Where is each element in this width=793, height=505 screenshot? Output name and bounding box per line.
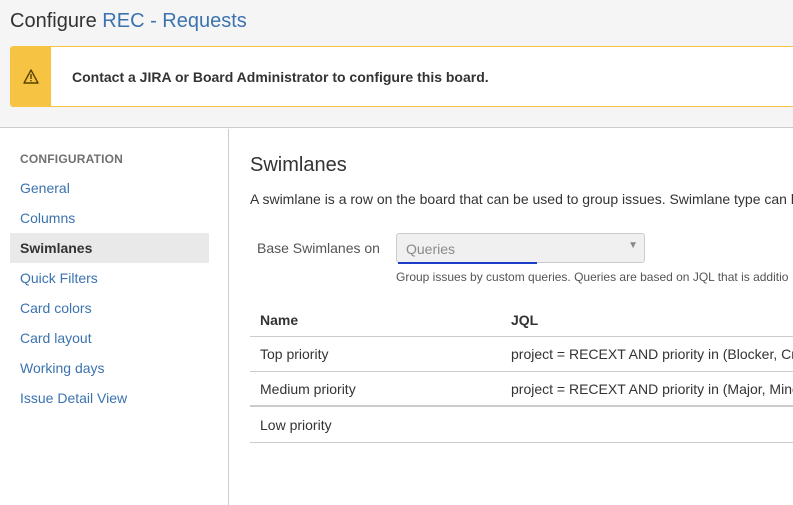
swimlane-name: Low priority <box>260 417 332 433</box>
sidebar-item-general[interactable]: General <box>10 173 209 203</box>
sidebar-item-swimlanes[interactable]: Swimlanes <box>10 233 209 263</box>
sidebar-item-columns[interactable]: Columns <box>10 203 209 233</box>
sidebar-item-issue-detail-view[interactable]: Issue Detail View <box>10 383 209 413</box>
base-swimlanes-label: Base Swimlanes on <box>257 240 380 256</box>
base-swimlanes-select[interactable]: Queries ▼ <box>396 233 645 263</box>
swimlanes-table-header: Name JQL <box>250 304 793 337</box>
page-header: Configure REC - Requests Contact a JIRA … <box>0 0 793 128</box>
sidebar-item-quick-filters[interactable]: Quick Filters <box>10 263 209 293</box>
table-row: Medium priority project = RECEXT AND pri… <box>250 372 793 407</box>
main-content: Swimlanes A swimlane is a row on the boa… <box>230 129 793 505</box>
base-swimlanes-value: Queries <box>406 241 456 257</box>
column-header-name: Name <box>260 312 299 328</box>
warning-text: Contact a JIRA or Board Administrator to… <box>72 69 489 85</box>
swimlane-jql: project = RECEXT AND priority in (Major,… <box>511 381 793 397</box>
select-underline <box>398 262 537 264</box>
sidebar-item-working-days[interactable]: Working days <box>10 353 209 383</box>
table-row: Top priority project = RECEXT AND priori… <box>250 337 793 372</box>
sidebar-item-card-layout[interactable]: Card layout <box>10 323 209 353</box>
section-title: Swimlanes <box>250 154 347 176</box>
warning-message: Contact a JIRA or Board Administrator to… <box>10 46 793 107</box>
page-title-prefix: Configure <box>10 10 97 32</box>
swimlane-name: Medium priority <box>260 381 356 397</box>
table-row: Low priority <box>250 408 793 443</box>
warning-icon <box>23 69 39 84</box>
column-header-jql: JQL <box>511 312 539 328</box>
page-title: Configure REC - Requests <box>10 10 247 33</box>
dropdown-arrow-icon: ▼ <box>628 240 638 251</box>
sidebar-item-card-colors[interactable]: Card colors <box>10 293 209 323</box>
swimlane-jql: project = RECEXT AND priority in (Blocke… <box>511 346 793 362</box>
section-description: A swimlane is a row on the board that ca… <box>250 191 793 207</box>
base-swimlanes-help: Group issues by custom queries. Queries … <box>396 270 789 284</box>
warning-stripe <box>11 47 51 106</box>
board-name-link[interactable]: REC - Requests <box>102 10 247 32</box>
swimlane-name: Top priority <box>260 346 329 362</box>
config-sidebar: CONFIGURATION General Columns Swimlanes … <box>0 129 229 505</box>
sidebar-heading: CONFIGURATION <box>20 152 124 166</box>
